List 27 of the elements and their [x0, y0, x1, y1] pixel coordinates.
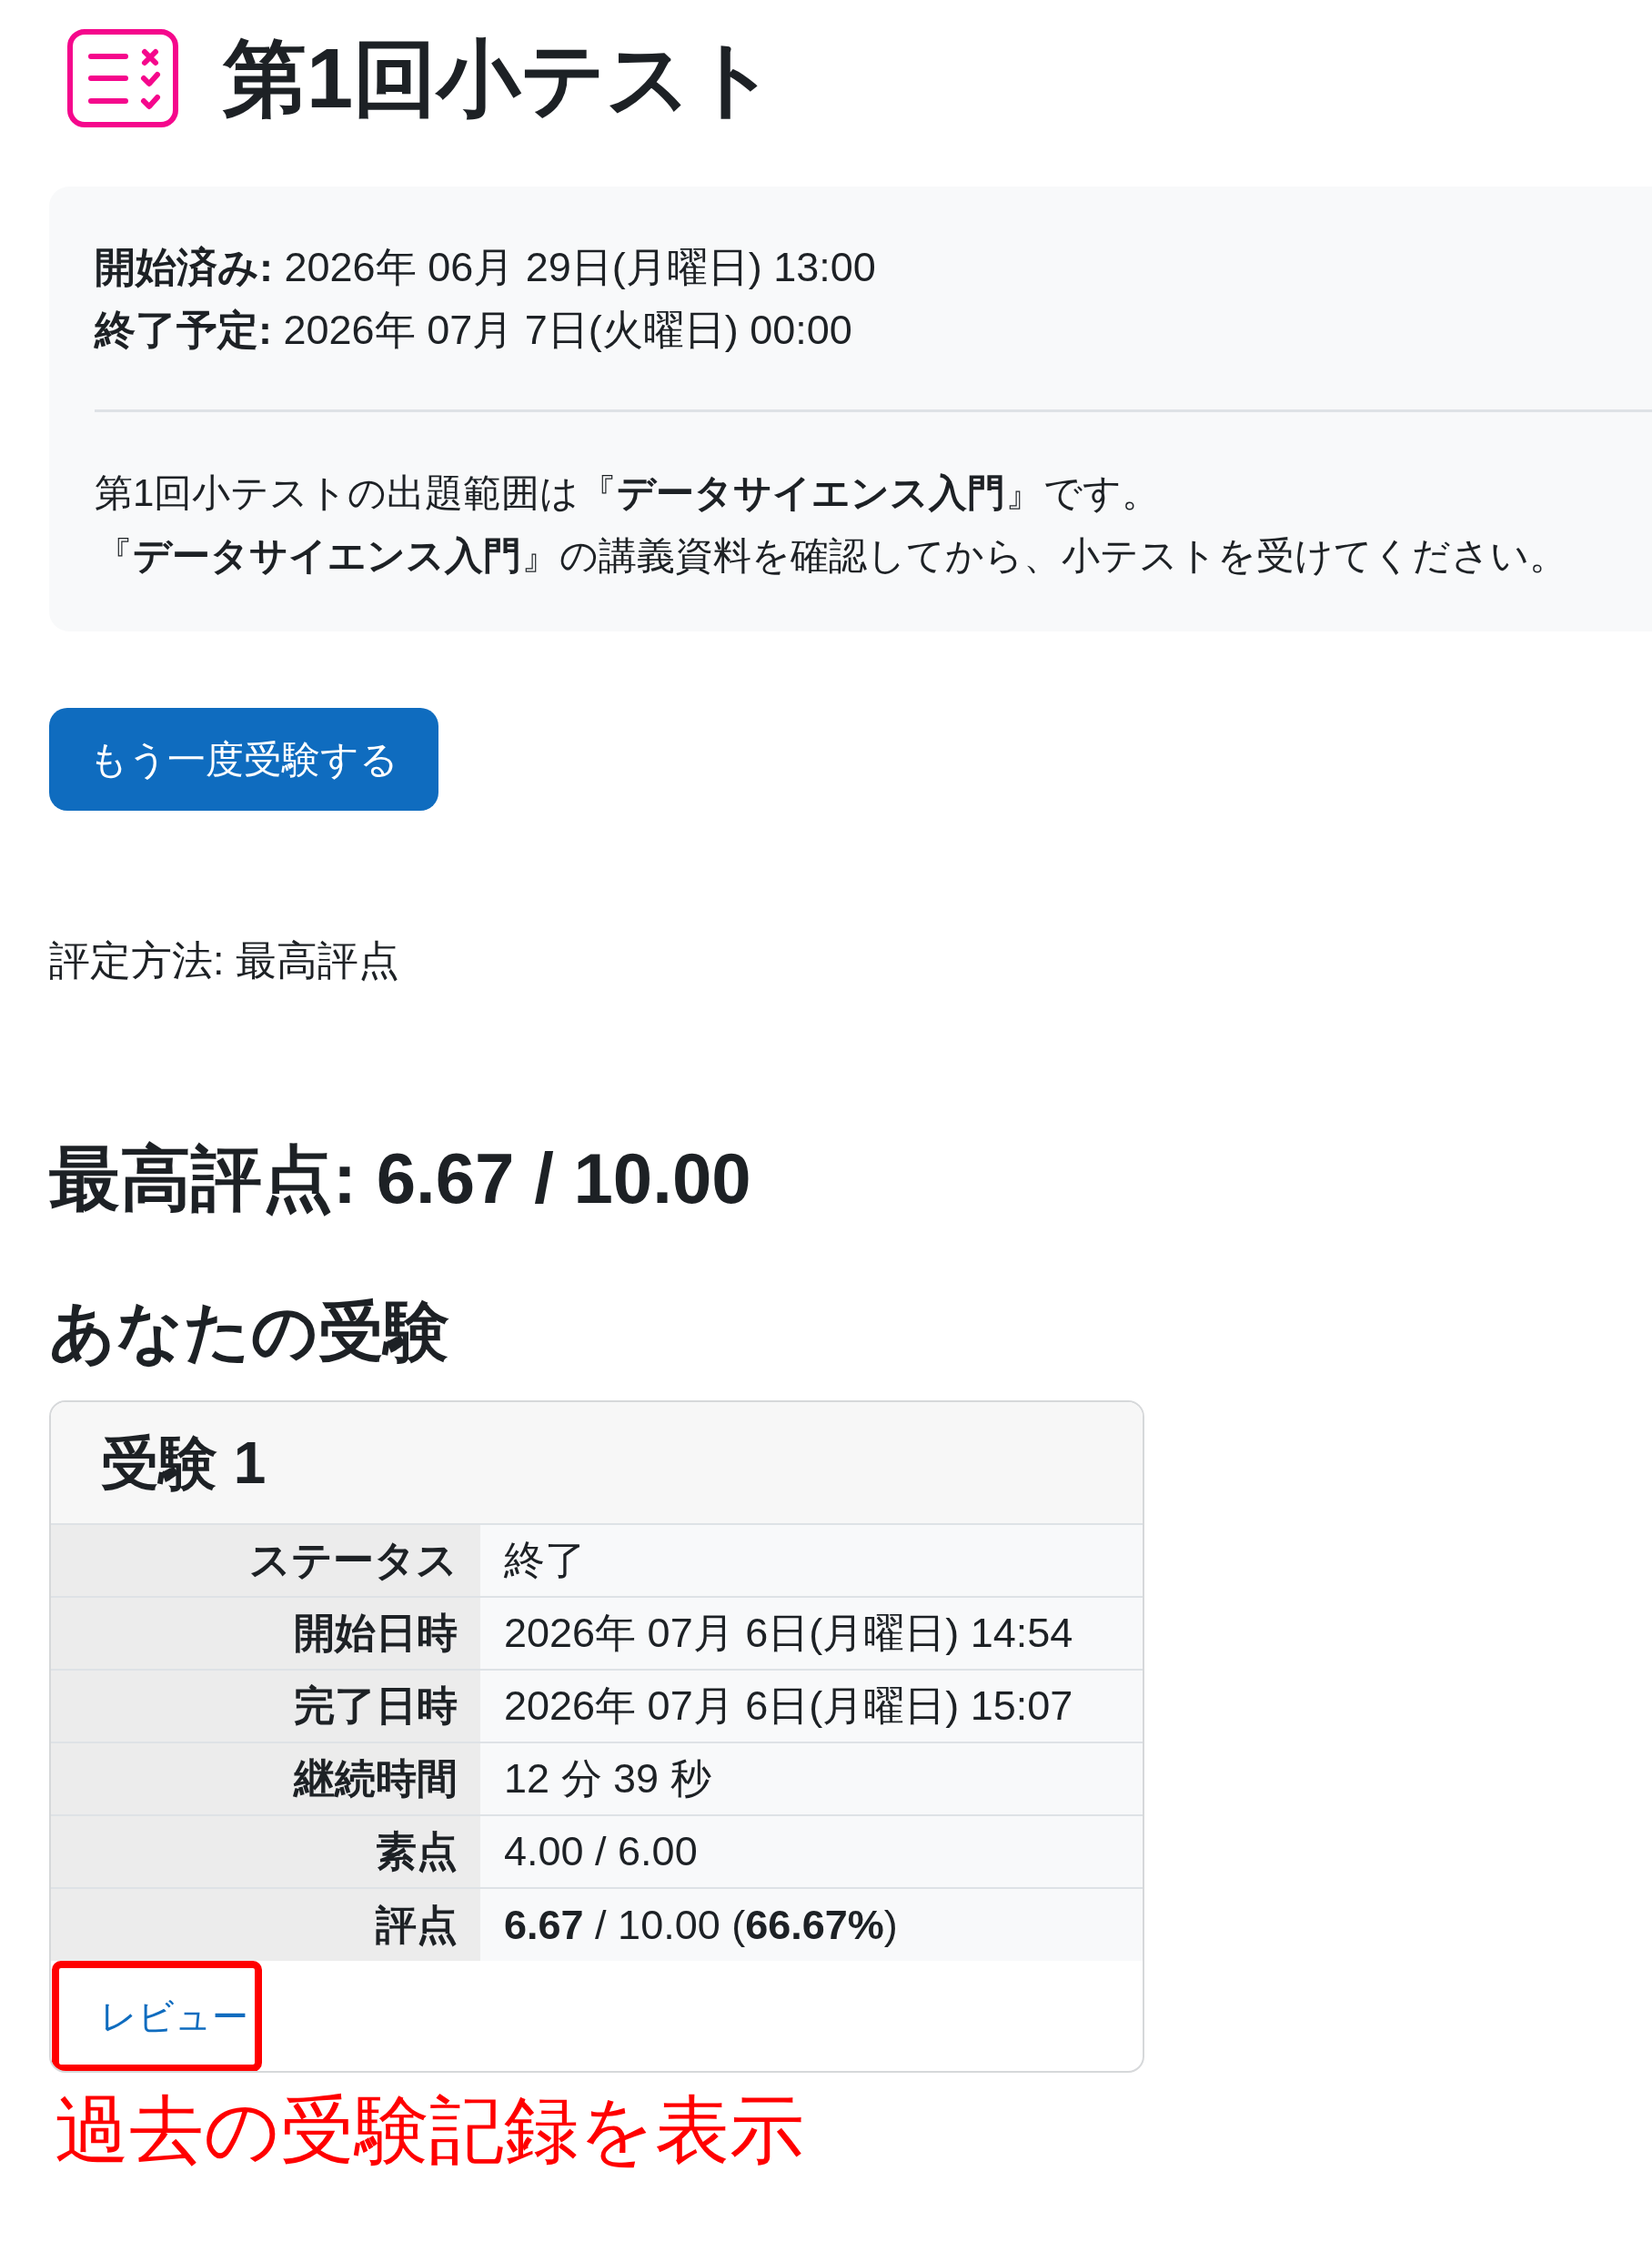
- grading-method-text: 評定方法: 最高評点: [49, 936, 399, 985]
- label-cell: 継続時間: [51, 1742, 480, 1815]
- label-cell: 素点: [51, 1815, 480, 1888]
- date-value: 2026年 06月 29日(月曜日) 13:00: [284, 244, 876, 290]
- value-cell: 6.67 / 10.00 (66.67%): [480, 1888, 1143, 1961]
- description-text: 『データサイエンス入門』の講義資料を確認してから、小テストを受けてください。: [95, 533, 1568, 579]
- description-text: 第1回小テストの出題範囲は『データサイエンス入門』です。: [95, 470, 1162, 516]
- date-label: 終了予定:: [95, 307, 272, 353]
- value-cell: 12 分 39 秒: [480, 1742, 1143, 1815]
- reattempt-button[interactable]: もう一度受験する: [49, 708, 438, 811]
- label-cell: ステータス: [51, 1524, 480, 1597]
- checklist-icon: [67, 29, 178, 127]
- page-title: 第1回小テスト: [223, 31, 778, 126]
- date-value: 2026年 07月 7日(火曜日) 00:00: [283, 307, 852, 353]
- attempt-title: 受験 1: [101, 1429, 267, 1498]
- label-cell: 開始日時: [51, 1597, 480, 1670]
- value-cell: 4.00 / 6.00: [480, 1815, 1143, 1888]
- label-cell: 完了日時: [51, 1670, 480, 1742]
- best-grade-heading: 最高評点: 6.67 / 10.00: [49, 1137, 752, 1220]
- value-cell: 2026年 07月 6日(月曜日) 15:07: [480, 1670, 1143, 1742]
- date-label: 開始済み:: [95, 244, 273, 290]
- value-cell: 2026年 07月 6日(月曜日) 14:54: [480, 1597, 1143, 1670]
- label-cell: 評点: [51, 1888, 480, 1961]
- review-link[interactable]: レビュー: [100, 1991, 248, 2042]
- value-cell: 終了: [480, 1524, 1143, 1597]
- annotation-text: 過去の受験記録を表示: [55, 2087, 804, 2173]
- section-heading: あなたの受験: [49, 1294, 450, 1369]
